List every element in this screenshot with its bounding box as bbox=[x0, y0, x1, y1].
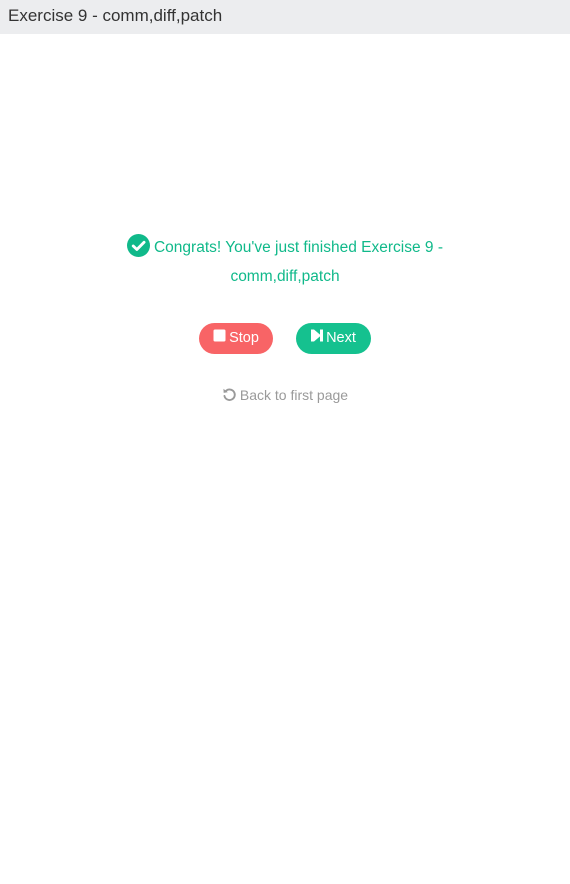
completion-text: Congrats! You've just finished Exercise … bbox=[153, 239, 443, 285]
next-button[interactable]: Next bbox=[296, 323, 371, 354]
completion-message: Congrats! You've just finished Exercise … bbox=[85, 234, 485, 289]
undo-icon bbox=[222, 387, 237, 407]
next-button-label: Next bbox=[326, 330, 356, 346]
stop-button[interactable]: Stop bbox=[199, 323, 273, 354]
back-link-label: Back to first page bbox=[239, 387, 349, 403]
stop-button-label: Stop bbox=[229, 330, 259, 346]
back-to-first-page-link[interactable]: Back to first page bbox=[0, 385, 570, 407]
title-bar: Exercise 9 - comm,diff,patch bbox=[0, 0, 570, 34]
check-circle-icon bbox=[126, 234, 150, 265]
page-title: Exercise 9 - comm,diff,patch bbox=[8, 6, 223, 25]
action-buttons: Stop Next bbox=[0, 323, 570, 354]
stop-square-icon bbox=[213, 323, 226, 354]
step-forward-icon bbox=[311, 323, 324, 354]
